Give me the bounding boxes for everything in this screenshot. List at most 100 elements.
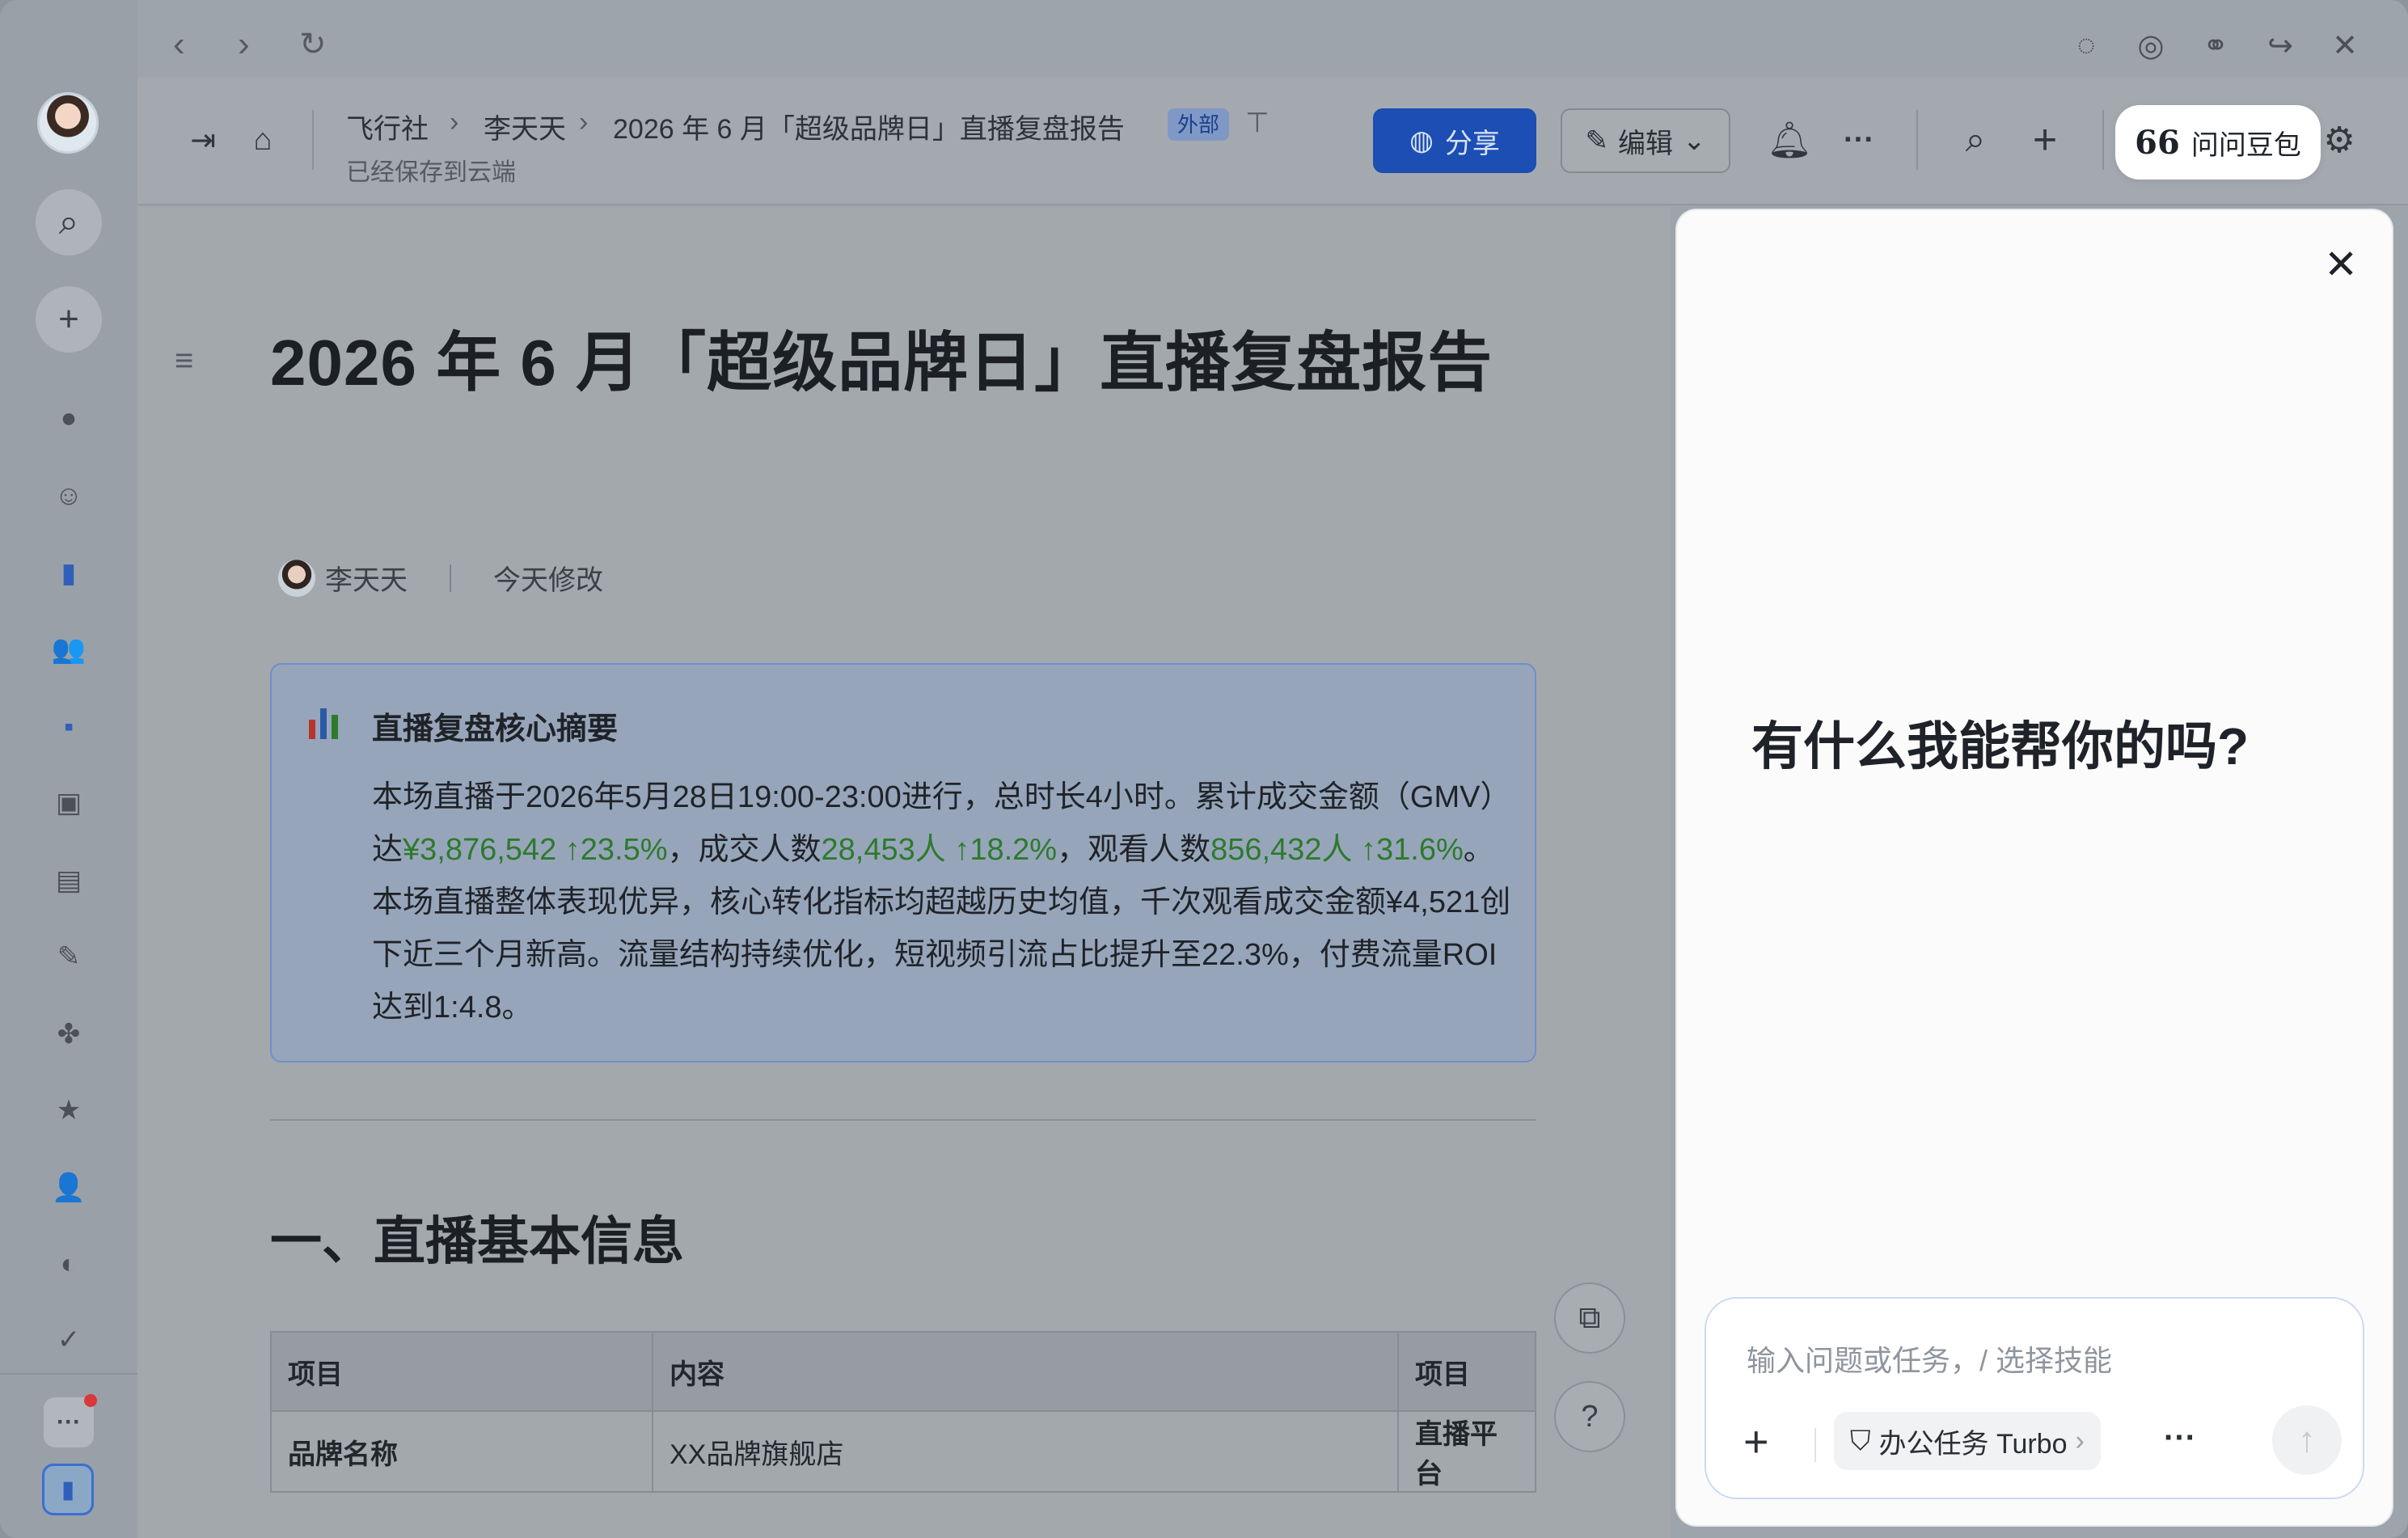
add-icon[interactable]: +	[1743, 1417, 1769, 1467]
sidebar-divider	[0, 1373, 137, 1375]
author-name[interactable]: 李天天	[325, 558, 408, 598]
breadcrumb-item-document[interactable]: 2026 年 6 月「超级品牌日」直播复盘报告	[613, 107, 1125, 146]
info-table[interactable]: 项目 内容 项目 品牌名称 XX品牌旗舰店 直播平台	[270, 1331, 1536, 1493]
left-sidebar: ⌕ + ● ☺ ▮ 👥 ▪ ▣ ▤ ✎ ✤ ★ 👤 ◐ ✓ ··· ▮	[0, 0, 137, 1538]
assistant-panel: ✕ 有什么我能帮你的吗? 输入问题或任务，/ 选择技能 + ⛉ 办公任务 Tur…	[1677, 210, 2392, 1525]
close-icon[interactable]: ✕	[2324, 241, 2358, 288]
table-cell[interactable]: 直播平台	[1397, 1410, 1536, 1493]
input-divider	[1814, 1428, 1816, 1462]
viewers-value: 856,432人 ↑31.6%	[1210, 833, 1464, 867]
skill-label: 办公任务 Turbo	[1878, 1428, 2068, 1460]
contacts-icon[interactable]: 👥	[50, 631, 87, 668]
ask-doubao-button[interactable]: 66 问问豆包	[2115, 105, 2321, 180]
help-icon[interactable]: ?	[1554, 1381, 1625, 1452]
table-header[interactable]: 内容	[652, 1331, 1399, 1412]
gmv-value: ¥3,876,542 ↑23.5%	[403, 833, 668, 867]
table-header[interactable]: 项目	[1397, 1331, 1536, 1412]
assistant-greeting: 有什么我能帮你的吗?	[1751, 717, 2250, 775]
callout-heading: 直播复盘核心摘要	[372, 712, 619, 746]
chat-icon[interactable]: ●	[50, 399, 87, 437]
user-settings-icon[interactable]: 👤	[50, 1169, 87, 1206]
skill-selector[interactable]: ⛉ 办公任务 Turbo ›	[1834, 1412, 2101, 1470]
compass-icon[interactable]: ◎	[2133, 27, 2169, 63]
callout-body: 本场直播于2026年5月28日19:00-23:00进行，总时长4小时。累计成交…	[372, 771, 1512, 1034]
share-arrow-icon[interactable]: ↪	[2262, 27, 2298, 63]
pencil-icon: ✎	[1585, 125, 1609, 156]
document-title[interactable]: 2026 年 6 月「超级品牌日」直播复盘报告	[270, 307, 1531, 419]
notification-dot	[84, 1394, 97, 1407]
header-divider	[1916, 110, 1918, 170]
comment-icon[interactable]: ◌	[2068, 27, 2104, 63]
share-button[interactable]: ◍ 分享	[1373, 108, 1536, 173]
skill-icon: ⛉	[1850, 1425, 1871, 1456]
apps-icon[interactable]: ▪	[50, 708, 87, 746]
quote-icon: 66	[2135, 123, 2180, 162]
back-icon[interactable]: ‹	[173, 24, 185, 65]
outline-toggle-icon[interactable]: ⇥	[183, 120, 223, 160]
table-header-row: 项目 内容 项目	[270, 1331, 1536, 1412]
breadcrumb-item-owner[interactable]: 李天天	[484, 107, 566, 146]
table-header[interactable]: 项目	[270, 1331, 653, 1412]
chevron-down-icon: ⌄	[1683, 125, 1706, 156]
close-icon[interactable]: ✕	[2327, 27, 2363, 63]
divider	[270, 1119, 1536, 1121]
add-icon[interactable]: +	[2025, 116, 2065, 163]
pin-icon[interactable]: ⊤	[1245, 107, 1269, 139]
more-icon[interactable]: ···	[2164, 1420, 2196, 1456]
breadcrumb-separator: ›	[450, 107, 459, 137]
assistant-input[interactable]: 输入问题或任务，/ 选择技能	[1747, 1337, 2112, 1380]
author-avatar[interactable]	[278, 559, 315, 597]
buyers-value: 28,453人 ↑18.2%	[821, 833, 1058, 867]
outline-icon[interactable]: ≡	[175, 343, 207, 379]
ask-label: 问问豆包	[2190, 129, 2301, 161]
meeting-icon[interactable]: ▣	[50, 784, 87, 822]
breadcrumb-separator: ›	[579, 107, 589, 137]
contact-avatar-icon[interactable]: ☺	[50, 477, 87, 514]
docs-app-icon[interactable]: ▮	[42, 1464, 94, 1515]
send-icon[interactable]: ↑	[2272, 1405, 2342, 1475]
more-icon[interactable]: ···	[1839, 120, 1879, 160]
app-window: ⌕ + ● ☺ ▮ 👥 ▪ ▣ ▤ ✎ ✤ ★ 👤 ◐ ✓ ··· ▮ ‹ › …	[0, 0, 2408, 1538]
share-label: 分享	[1444, 128, 1500, 159]
add-icon[interactable]: +	[36, 286, 102, 353]
docs-icon[interactable]: ▮	[50, 555, 87, 592]
favorites-icon[interactable]: ★	[50, 1092, 87, 1129]
table-row: 品牌名称 XX品牌旗舰店 直播平台	[270, 1410, 1536, 1493]
edit-button[interactable]: ✎ 编辑 ⌄	[1561, 108, 1730, 173]
calendar-icon[interactable]: ▤	[50, 862, 87, 899]
workplace-icon[interactable]: ✤	[50, 1016, 87, 1053]
link-icon[interactable]: ⚭	[2198, 27, 2233, 63]
header-divider	[312, 110, 314, 170]
reload-icon[interactable]: ↻	[299, 26, 327, 63]
callout-text: ，成交人数	[667, 833, 822, 867]
save-status: 已经保存到云端	[346, 159, 516, 186]
summary-callout[interactable]: 直播复盘核心摘要 本场直播于2026年5月28日19:00-23:00进行，总时…	[270, 663, 1536, 1063]
header-divider	[2102, 110, 2104, 170]
assistant-input-box[interactable]: 输入问题或任务，/ 选择技能 + ⛉ 办公任务 Turbo › ··· ↑	[1705, 1297, 2364, 1499]
meta-divider	[450, 564, 451, 592]
forward-icon[interactable]: ›	[238, 24, 250, 65]
table-cell[interactable]: 品牌名称	[270, 1410, 653, 1493]
modified-time: 今天修改	[493, 565, 603, 596]
planet-icon[interactable]: ◐	[50, 1245, 87, 1282]
callout-text: ，观看人数	[1057, 833, 1211, 867]
breadcrumb-item-workspace[interactable]: 飞行社	[346, 107, 429, 146]
search-icon[interactable]: ⌕	[1955, 120, 1996, 160]
table-cell[interactable]: XX品牌旗舰店	[652, 1410, 1399, 1493]
search-icon[interactable]: ⌕	[36, 189, 102, 256]
globe-icon: ◍	[1409, 125, 1434, 156]
chevron-right-icon: ›	[2075, 1425, 2085, 1456]
bar-chart-icon	[307, 707, 340, 739]
home-icon[interactable]: ⌂	[243, 120, 283, 160]
window-topbar: ‹ › ↻ ◌ ◎ ⚭ ↪ ✕	[137, 0, 2408, 89]
copy-doc-icon[interactable]: ⧉	[1554, 1282, 1625, 1354]
gear-icon[interactable]: ⚙	[2319, 120, 2359, 160]
user-avatar[interactable]	[37, 92, 99, 154]
section-heading[interactable]: 一、直播基本信息	[270, 1200, 684, 1274]
tasks-icon[interactable]: ✓	[50, 1321, 87, 1358]
bell-icon[interactable]: 🔔︎	[1767, 120, 1812, 160]
edit-label: 编辑	[1618, 128, 1673, 159]
approval-icon[interactable]: ✎	[50, 938, 87, 975]
author-line: 李天天 今天修改	[278, 558, 603, 598]
external-badge: 外部	[1168, 108, 1230, 141]
